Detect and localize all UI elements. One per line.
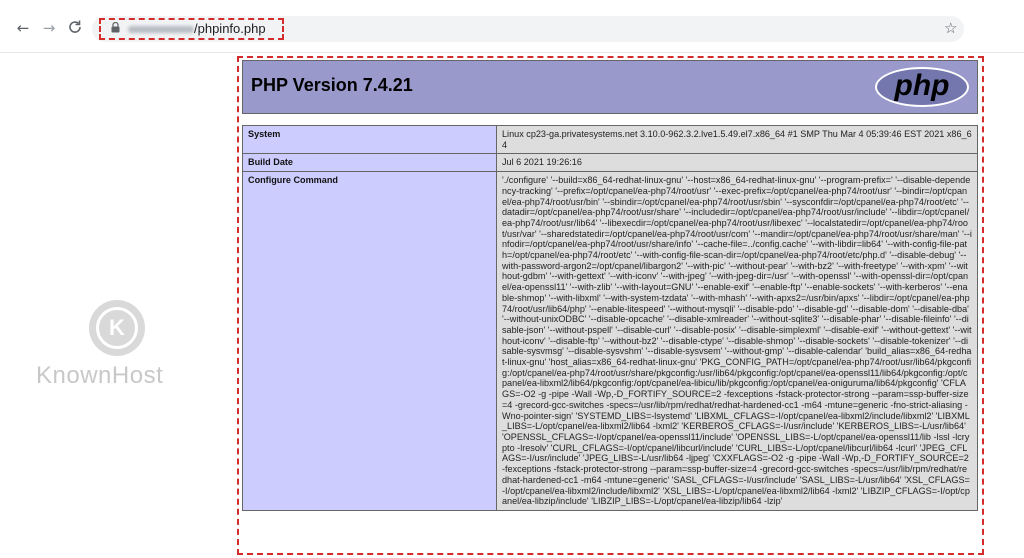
browser-toolbar: ← → /phpinfo.php ☆ (0, 0, 1024, 54)
url-highlight-box (99, 18, 284, 40)
knownhost-logo-letter: K (96, 307, 138, 349)
reload-icon[interactable] (66, 19, 84, 37)
toolbar-divider (0, 52, 1024, 53)
bookmark-star-icon[interactable]: ☆ (944, 19, 957, 37)
back-arrow-icon[interactable]: ← (14, 19, 32, 37)
forward-arrow-icon[interactable]: → (40, 19, 58, 37)
reload-icon-glyph (69, 20, 81, 33)
phpinfo-highlight-box (237, 56, 984, 555)
knownhost-brand-text: KnownHost (36, 362, 164, 389)
